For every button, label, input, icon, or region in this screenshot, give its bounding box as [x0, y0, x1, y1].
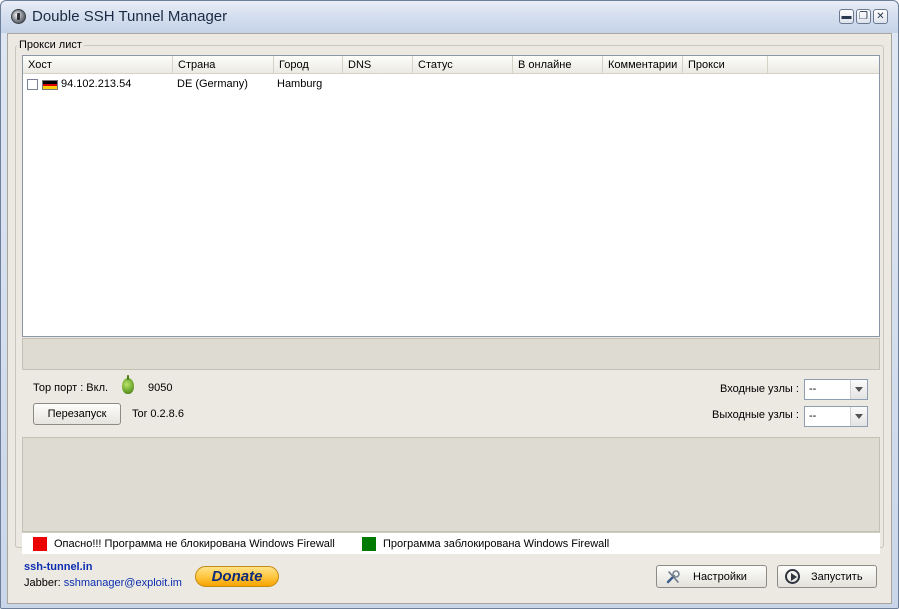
entry-nodes-label: Входные узлы : [720, 383, 799, 395]
column-status[interactable]: Статус [413, 56, 513, 74]
tor-version: Tor 0.2.8.6 [132, 408, 184, 420]
blocked-legend-text: Программа заблокирована Windows Firewall [383, 538, 610, 550]
jabber-link[interactable]: sshmanager@exploit.im [64, 577, 182, 589]
site-link[interactable]: ssh-tunnel.in [24, 561, 92, 573]
start-button-label: Запустить [811, 571, 863, 583]
firewall-legend: Опасно!!! Программа не блокирована Windo… [22, 532, 880, 554]
exit-nodes-select[interactable]: -- [804, 406, 868, 427]
tools-icon [666, 570, 680, 584]
window-title: Double SSH Tunnel Manager [32, 8, 228, 25]
danger-color-square [33, 537, 47, 551]
cell-country: DE (Germany) [177, 78, 248, 90]
info-panel [22, 338, 880, 370]
start-button[interactable]: Запустить [777, 565, 877, 588]
column-country[interactable]: Страна [173, 56, 274, 74]
chevron-down-icon[interactable] [850, 407, 867, 426]
tor-onion-icon [122, 375, 134, 394]
restart-button[interactable]: Перезапуск [33, 403, 121, 425]
proxy-list-legend: Прокси лист [17, 39, 84, 51]
minimize-button[interactable]: ▬ [839, 9, 854, 24]
title-bar[interactable]: Double SSH Tunnel Manager ▬ ❐ ✕ [1, 1, 898, 33]
column-comments[interactable]: Комментарии [603, 56, 683, 74]
entry-nodes-select[interactable]: -- [804, 379, 868, 400]
log-panel [22, 437, 880, 532]
row-checkbox[interactable] [27, 79, 38, 90]
danger-legend-text: Опасно!!! Программа не блокирована Windo… [54, 538, 335, 550]
exit-nodes-label: Выходные узлы : [712, 409, 799, 421]
chevron-down-icon[interactable] [850, 380, 867, 399]
client-area: Прокси лист Хост Страна Город DNS Статус… [7, 33, 892, 604]
close-button[interactable]: ✕ [873, 9, 888, 24]
list-header: Хост Страна Город DNS Статус В онлайне К… [23, 56, 879, 74]
jabber-contact: Jabber: sshmanager@exploit.im [24, 577, 182, 589]
proxy-list-view[interactable]: Хост Страна Город DNS Статус В онлайне К… [22, 55, 880, 337]
column-city[interactable]: Город [274, 56, 343, 74]
jabber-label: Jabber: [24, 577, 61, 589]
settings-button-label: Настройки [693, 571, 747, 583]
tor-port-value: 9050 [148, 382, 173, 394]
entry-nodes-value: -- [809, 383, 817, 395]
table-row[interactable]: 94.102.213.54 DE (Germany) Hamburg [23, 76, 879, 92]
column-dns[interactable]: DNS [343, 56, 413, 74]
exit-nodes-value: -- [809, 410, 817, 422]
column-host[interactable]: Хост [23, 56, 173, 74]
tor-port-label: Тор порт : Вкл. [33, 382, 109, 394]
donate-button[interactable]: Donate [195, 566, 279, 587]
blocked-color-square [362, 537, 376, 551]
cell-host: 94.102.213.54 [61, 78, 132, 90]
settings-button[interactable]: Настройки [656, 565, 767, 588]
maximize-button[interactable]: ❐ [856, 9, 871, 24]
germany-flag-icon [42, 80, 58, 90]
app-window: Double SSH Tunnel Manager ▬ ❐ ✕ Прокси л… [0, 0, 899, 609]
play-icon [785, 569, 800, 584]
app-icon[interactable] [11, 9, 26, 24]
cell-city: Hamburg [277, 78, 323, 90]
column-proxy[interactable]: Прокси [683, 56, 768, 74]
column-online[interactable]: В онлайне [513, 56, 603, 74]
